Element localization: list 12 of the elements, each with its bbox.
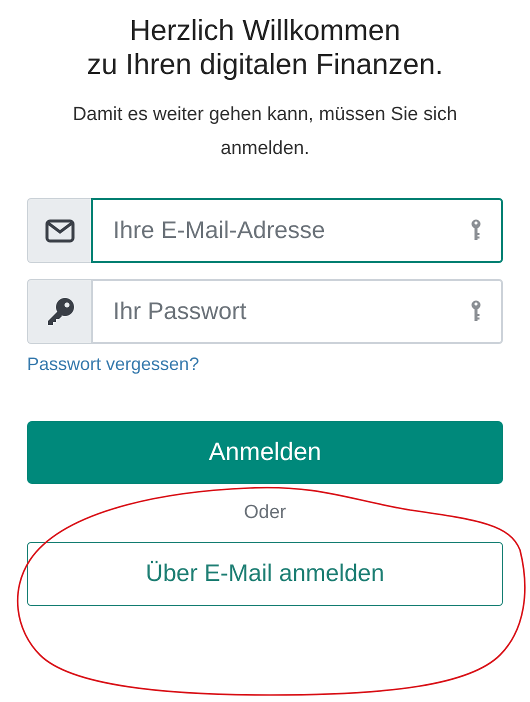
password-field[interactable]: Ihr Passwort [91, 279, 503, 344]
login-button[interactable]: Anmelden [27, 421, 503, 484]
heading-line: zu Ihren digitalen Finanzen. [86, 48, 444, 82]
intro-text: Damit es weiter gehen kann, müssen Sie sich anmelden. [72, 103, 458, 161]
heading-line: Herzlich Willkommen [130, 14, 400, 48]
separator-text: Oder [244, 502, 286, 524]
key-icon [471, 300, 481, 322]
key-icon [471, 219, 481, 241]
forgot-password-link[interactable]: Passwort vergessen? [27, 354, 200, 375]
envelope-icon [44, 218, 74, 242]
email-field[interactable]: Ihre E-Mail-Adresse [91, 198, 503, 263]
email-login-button[interactable]: Über E-Mail anmelden [27, 542, 503, 606]
